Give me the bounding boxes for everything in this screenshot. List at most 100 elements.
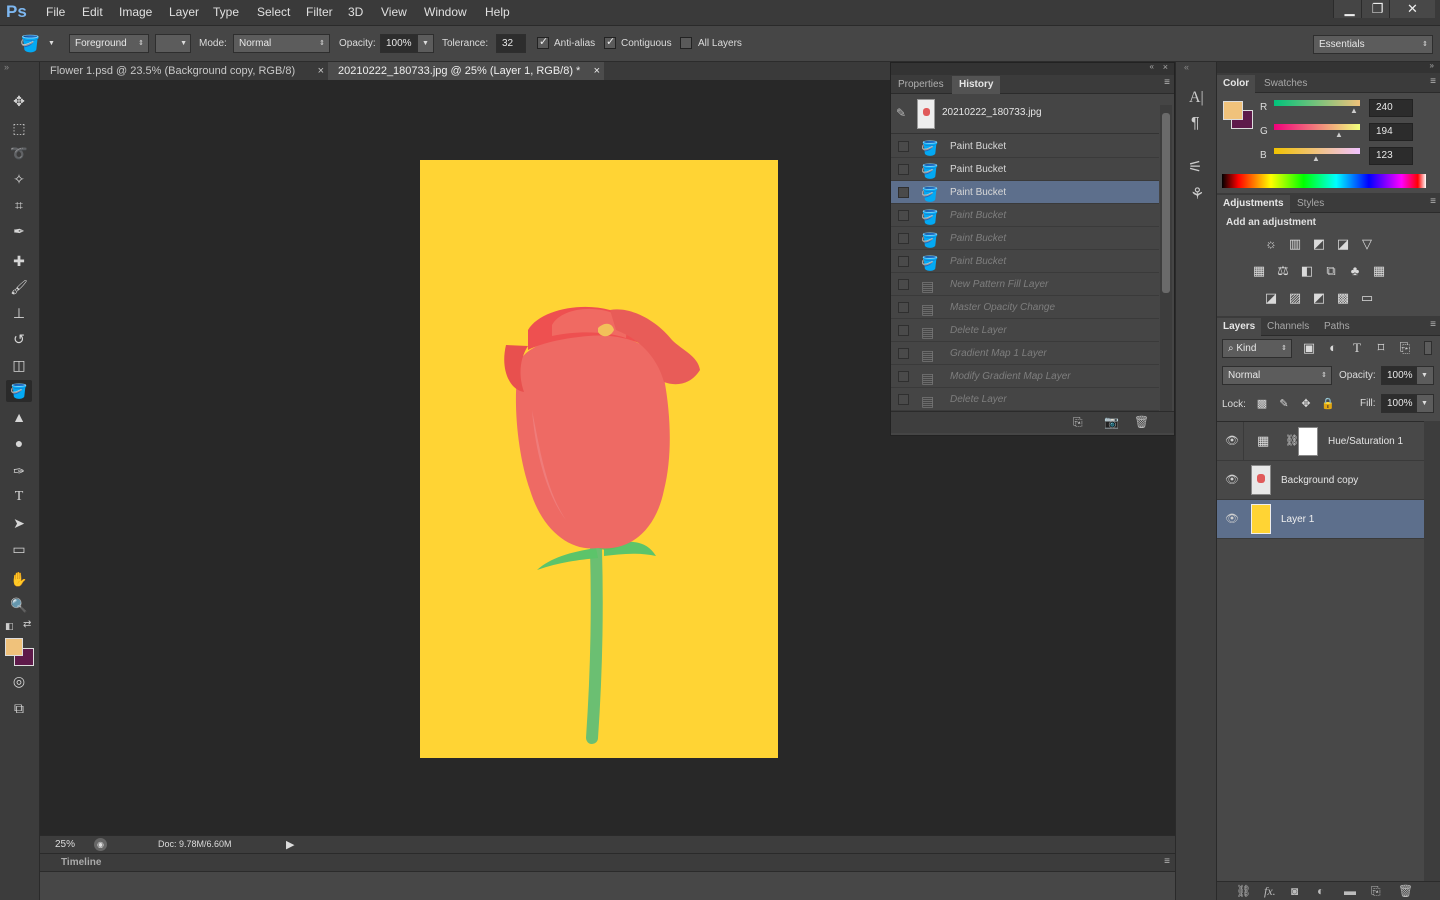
- history-snapshot[interactable]: ✎ 20210222_180733.jpg: [891, 94, 1159, 134]
- close-panel-icon[interactable]: ×: [1163, 62, 1168, 72]
- paint-bucket-tool-icon[interactable]: 🪣: [6, 380, 32, 402]
- menu-3d[interactable]: 3D: [348, 5, 363, 19]
- history-state[interactable]: ▤ Delete Layer: [891, 388, 1159, 411]
- source-checkbox[interactable]: [898, 210, 909, 221]
- tab-styles[interactable]: Styles: [1291, 195, 1330, 213]
- posterize-icon[interactable]: ▨: [1285, 290, 1305, 306]
- document-tab-active[interactable]: 20210222_180733.jpg @ 25% (Layer 1, RGB/…: [328, 62, 604, 81]
- collapse-icon[interactable]: »: [4, 62, 9, 72]
- tab-adjustments[interactable]: Adjustments: [1217, 195, 1290, 213]
- crop-tool-icon[interactable]: ⌗: [6, 194, 32, 216]
- slider-handle-icon[interactable]: ▲: [1335, 130, 1343, 139]
- layer-blend-mode-select[interactable]: Normal ⇕: [1222, 366, 1332, 385]
- menu-select[interactable]: Select: [257, 5, 290, 19]
- healing-brush-tool-icon[interactable]: ✚: [6, 250, 32, 272]
- opacity-dropdown[interactable]: ▼: [417, 34, 434, 53]
- brightness-contrast-icon[interactable]: ☼: [1261, 236, 1281, 252]
- close-button[interactable]: ✕: [1389, 0, 1435, 18]
- brush-presets-icon[interactable]: ⚟: [1188, 157, 1202, 177]
- trash-icon[interactable]: 🗑: [1134, 415, 1149, 429]
- timeline-tab[interactable]: Timeline: [61, 857, 101, 868]
- slider-handle-icon[interactable]: ▲: [1350, 106, 1358, 115]
- panel-menu-icon[interactable]: ≡: [1430, 76, 1436, 87]
- new-group-icon[interactable]: ▬: [1344, 884, 1356, 898]
- source-checkbox[interactable]: [898, 233, 909, 244]
- screen-mode-icon[interactable]: ⧉: [6, 697, 32, 719]
- rectangle-tool-icon[interactable]: ▭: [6, 538, 32, 560]
- panel-menu-icon[interactable]: ≡: [1164, 856, 1170, 867]
- source-checkbox[interactable]: [898, 371, 909, 382]
- lock-position-icon[interactable]: ✥: [1296, 396, 1316, 412]
- color-spectrum-ramp[interactable]: [1222, 174, 1426, 188]
- color-lookup-icon[interactable]: ▦: [1369, 263, 1389, 279]
- layers-scrollbar[interactable]: [1424, 421, 1440, 881]
- history-scrollbar[interactable]: [1160, 105, 1172, 411]
- filter-toggle[interactable]: [1424, 341, 1432, 355]
- eraser-tool-icon[interactable]: ◫: [6, 354, 32, 376]
- fill-source-select[interactable]: Foreground ⇕: [69, 34, 149, 53]
- fill-input[interactable]: 100%: [1381, 394, 1416, 413]
- image-canvas[interactable]: [420, 160, 778, 758]
- preset-dropdown-icon[interactable]: ▼: [48, 40, 55, 47]
- add-mask-icon[interactable]: ◙: [1291, 884, 1298, 898]
- magic-wand-tool-icon[interactable]: ✧: [6, 168, 32, 190]
- tab-paths[interactable]: Paths: [1318, 318, 1356, 336]
- new-layer-icon[interactable]: ⎘: [1371, 884, 1381, 899]
- history-state[interactable]: ▤ Gradient Map 1 Layer: [891, 342, 1159, 365]
- tab-history[interactable]: History: [952, 76, 1001, 94]
- menu-edit[interactable]: Edit: [82, 5, 103, 19]
- delete-layer-icon[interactable]: 🗑: [1398, 884, 1413, 898]
- fill-dropdown[interactable]: ▼: [1416, 394, 1434, 413]
- paint-bucket-tool-preset-icon[interactable]: 🪣: [20, 34, 40, 54]
- mode-select[interactable]: Normal ⇕: [233, 34, 330, 53]
- filter-shape-icon[interactable]: ⌑: [1371, 340, 1391, 356]
- zoom-level[interactable]: 25%: [55, 839, 75, 850]
- black-white-icon[interactable]: ◧: [1297, 263, 1317, 279]
- menu-type[interactable]: Type: [213, 5, 239, 19]
- threshold-icon[interactable]: ◩: [1309, 290, 1329, 306]
- close-tab-icon[interactable]: ×: [318, 62, 324, 81]
- collapse-panel-icon[interactable]: «: [1150, 62, 1154, 71]
- source-checkbox[interactable]: [898, 141, 909, 152]
- panel-menu-icon[interactable]: ≡: [1430, 319, 1436, 330]
- menu-file[interactable]: File: [46, 5, 65, 19]
- source-checkbox[interactable]: [898, 256, 909, 267]
- tab-properties[interactable]: Properties: [891, 76, 951, 94]
- filter-pixel-icon[interactable]: ▣: [1299, 340, 1319, 356]
- antialias-checkbox[interactable]: [537, 35, 549, 49]
- eyedropper-tool-icon[interactable]: ✒: [6, 220, 32, 242]
- menu-image[interactable]: Image: [119, 5, 152, 19]
- tab-swatches[interactable]: Swatches: [1258, 75, 1313, 93]
- r-value[interactable]: 240: [1369, 99, 1413, 117]
- levels-icon[interactable]: ▥: [1285, 236, 1305, 252]
- visibility-eye-icon[interactable]: 👁: [1225, 434, 1239, 447]
- all-layers-checkbox[interactable]: [680, 37, 692, 49]
- color-foreground-swatch[interactable]: [1223, 101, 1243, 120]
- quick-mask-icon[interactable]: ◎: [6, 670, 32, 692]
- layer-row-layer-1[interactable]: 👁 Layer 1: [1217, 500, 1424, 539]
- selective-color-icon[interactable]: ▭: [1357, 290, 1377, 306]
- document-tab-flower[interactable]: Flower 1.psd @ 23.5% (Background copy, R…: [40, 62, 328, 81]
- panel-grip[interactable]: « ×: [891, 62, 1174, 75]
- visibility-eye-icon[interactable]: 👁: [1225, 473, 1239, 486]
- pen-tool-icon[interactable]: ✑: [6, 460, 32, 482]
- source-checkbox[interactable]: [898, 325, 909, 336]
- g-value[interactable]: 194: [1369, 123, 1413, 141]
- workspace-select[interactable]: Essentials ⇕: [1313, 35, 1433, 54]
- lasso-tool-icon[interactable]: ➰: [6, 142, 32, 164]
- link-chain-icon[interactable]: ⛓: [1285, 434, 1299, 447]
- dodge-tool-icon[interactable]: ●: [6, 432, 32, 454]
- layer-row-background-copy[interactable]: 👁 Background copy: [1217, 461, 1424, 500]
- layer-opacity-input[interactable]: 100%: [1381, 366, 1416, 385]
- history-state[interactable]: ▤ Modify Gradient Map Layer: [891, 365, 1159, 388]
- scrollbar-thumb[interactable]: [1162, 113, 1170, 293]
- tab-channels[interactable]: Channels: [1261, 318, 1315, 336]
- red-slider[interactable]: [1274, 100, 1360, 106]
- menu-filter[interactable]: Filter: [306, 5, 333, 19]
- hue-saturation-icon[interactable]: ▦: [1249, 263, 1269, 279]
- zoom-tool-icon[interactable]: 🔍: [6, 594, 32, 616]
- type-tool-icon[interactable]: T: [6, 486, 32, 508]
- invert-icon[interactable]: ◪: [1261, 290, 1281, 306]
- lock-pixels-icon[interactable]: ✎: [1274, 396, 1294, 412]
- tab-color[interactable]: Color: [1217, 75, 1256, 93]
